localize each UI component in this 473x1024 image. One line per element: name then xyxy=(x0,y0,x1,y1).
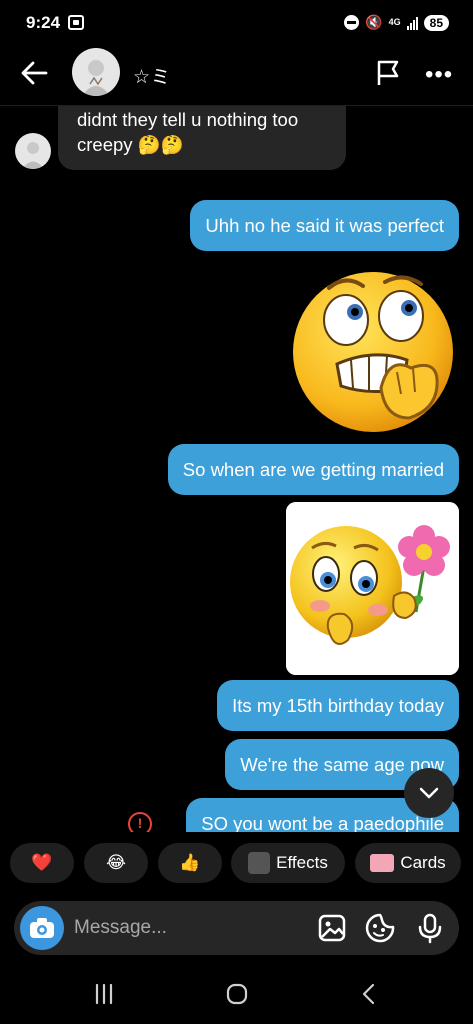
outgoing-message[interactable]: Uhh no he said it was perfect xyxy=(190,200,459,251)
effects-button[interactable]: Effects xyxy=(231,843,345,883)
recents-icon[interactable] xyxy=(89,981,119,1007)
flag-icon[interactable] xyxy=(375,59,401,87)
heart-reaction-button[interactable]: ❤️ xyxy=(10,843,74,883)
sticker-icon[interactable] xyxy=(364,912,396,944)
do-not-disturb-icon xyxy=(344,15,360,30)
outgoing-message-text: Uhh no he said it was perfect xyxy=(205,215,444,236)
chevron-down-icon xyxy=(419,787,439,799)
incoming-message[interactable]: didnt they tell u nothing too creepy 🤔🤔 xyxy=(58,106,346,170)
laugh-icon: 😂 xyxy=(106,853,126,872)
quick-reaction-bar: ❤️ 😂 👍 Effects Cards xyxy=(0,843,473,889)
battery-indicator: 85 xyxy=(423,14,449,31)
sender-avatar xyxy=(15,133,51,169)
message-list[interactable]: didnt they tell u nothing too creepy 🤔🤔 … xyxy=(0,106,473,832)
shy-emoji-image[interactable] xyxy=(286,502,459,675)
cards-label: Cards xyxy=(400,853,446,872)
outgoing-message-text: Its my 15th birthday today xyxy=(232,695,444,716)
more-icon[interactable]: ••• xyxy=(425,61,453,89)
error-icon[interactable]: ! xyxy=(128,812,152,832)
microphone-icon[interactable] xyxy=(414,912,446,944)
avatar-image xyxy=(82,60,110,96)
status-time: 9:24 xyxy=(26,13,61,32)
status-icons: 🔇 4G 85 xyxy=(344,14,449,31)
chat-header: ☆ミ ••• xyxy=(0,48,473,106)
mute-icon: 🔇 xyxy=(365,14,383,30)
effects-label: Effects xyxy=(276,853,328,872)
home-icon[interactable] xyxy=(222,981,252,1007)
contact-name[interactable]: ☆ミ xyxy=(133,62,171,89)
nav-back-icon[interactable] xyxy=(355,981,385,1007)
message-input[interactable] xyxy=(74,914,294,942)
incoming-message-text: didnt they tell u nothing too creepy 🤔🤔 xyxy=(77,109,299,155)
camera-icon xyxy=(30,918,54,938)
signal-icon xyxy=(406,16,418,30)
effects-icon xyxy=(248,852,271,874)
system-nav-bar xyxy=(0,965,473,1024)
network-label: 4G xyxy=(388,17,401,27)
outgoing-message-text: So when are we getting married xyxy=(182,459,444,480)
contact-avatar[interactable] xyxy=(72,48,120,96)
laugh-reaction-button[interactable]: 😂 xyxy=(84,843,148,883)
thumbs-up-reaction-button[interactable]: 👍 xyxy=(158,843,222,883)
camera-button[interactable] xyxy=(20,906,64,950)
worried-emoji-sticker[interactable] xyxy=(289,268,461,440)
cards-icon xyxy=(370,854,395,872)
back-icon[interactable] xyxy=(18,58,52,88)
cards-button[interactable]: Cards xyxy=(355,843,461,883)
message-composer xyxy=(14,901,459,955)
status-bar: 9:24 🔇 4G 85 xyxy=(0,0,473,48)
outgoing-message[interactable]: Its my 15th birthday today xyxy=(217,680,459,731)
scroll-down-button[interactable] xyxy=(404,768,454,818)
heart-icon: ❤️ xyxy=(31,853,53,872)
outgoing-message-text: SO you wont be a paedophile xyxy=(201,813,444,832)
outgoing-message[interactable]: So when are we getting married xyxy=(167,444,459,495)
gallery-icon[interactable] xyxy=(316,912,348,944)
thumbs-up-icon: 👍 xyxy=(179,853,201,872)
screen-record-icon xyxy=(68,15,84,30)
